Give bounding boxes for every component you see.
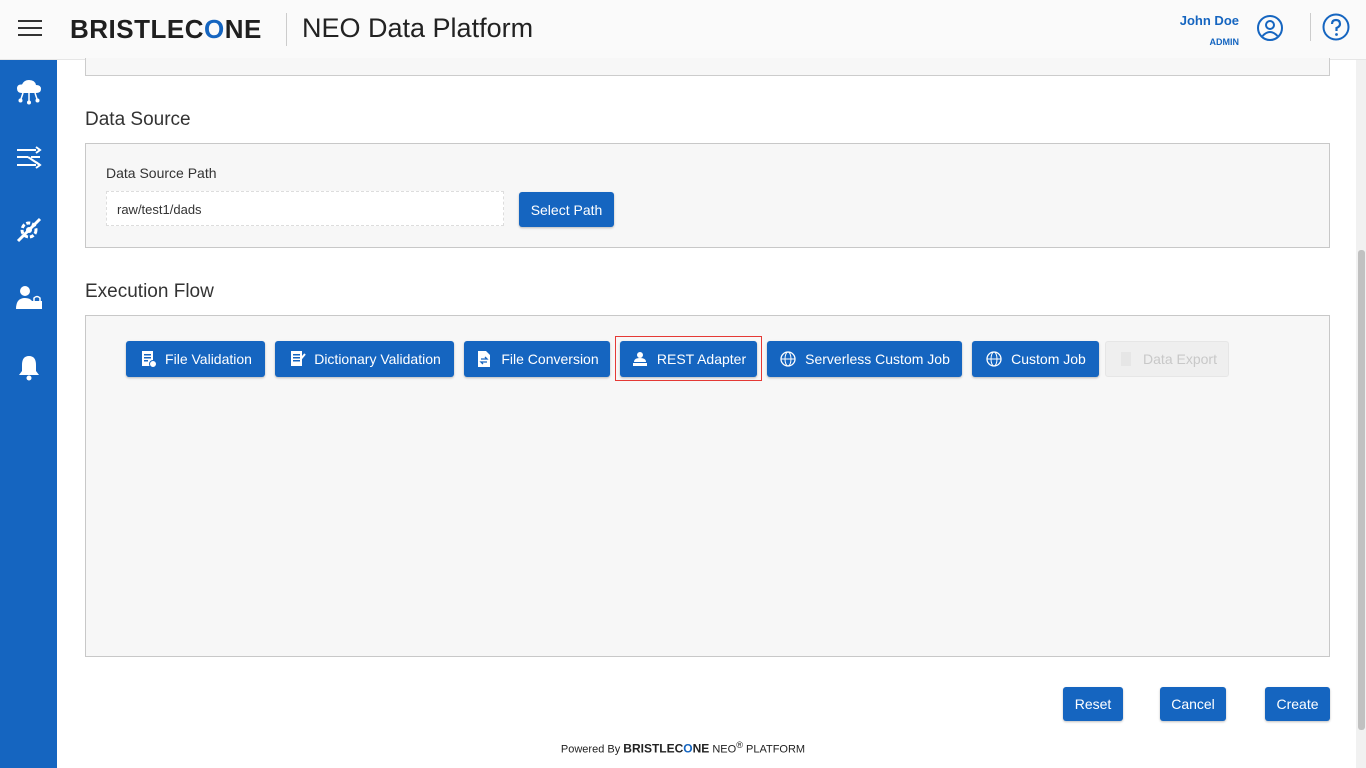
rest-adapter-label: REST Adapter: [656, 351, 747, 367]
settings-tools-icon[interactable]: [14, 215, 44, 245]
cancel-button[interactable]: Cancel: [1160, 687, 1226, 721]
data-export-button[interactable]: Data Export: [1105, 341, 1229, 377]
footer-brand-logo: BRISTLECONE: [623, 741, 710, 756]
execution-flow-title: Execution Flow: [85, 281, 214, 302]
sidebar: [0, 60, 57, 768]
dictionary-validation-label: Dictionary Validation: [314, 351, 441, 367]
pipeline-icon[interactable]: [14, 144, 44, 174]
help-icon[interactable]: [1322, 13, 1350, 41]
export-icon: [1121, 352, 1132, 366]
user-admin-icon[interactable]: [14, 283, 44, 313]
file-conversion-icon: [478, 351, 491, 367]
globe-icon: [780, 351, 796, 367]
data-source-path-label: Data Source Path: [106, 165, 217, 181]
user-account-icon[interactable]: [1256, 14, 1284, 42]
cloud-network-icon[interactable]: [14, 77, 44, 107]
reset-button[interactable]: Reset: [1063, 687, 1123, 721]
file-validation-icon: [142, 351, 158, 368]
custom-job-label: Custom Job: [1011, 351, 1086, 367]
header-divider: [286, 13, 287, 46]
app-title: NEO Data Platform: [302, 13, 534, 43]
file-validation-button[interactable]: File Validation: [126, 341, 265, 377]
previous-section-panel: [85, 58, 1330, 76]
serverless-custom-job-button[interactable]: Serverless Custom Job: [767, 341, 962, 377]
user-role: ADMIN: [1209, 37, 1240, 47]
data-source-title: Data Source: [85, 109, 191, 130]
top-header: BRISTLECONE NEO Data Platform John Doe A…: [0, 0, 1366, 60]
dictionary-icon: [291, 351, 306, 366]
menu-icon[interactable]: [18, 20, 42, 40]
user-name: John Doe: [1179, 13, 1239, 28]
footer-registered: ®: [736, 740, 743, 750]
bell-icon[interactable]: [14, 352, 44, 382]
custom-job-button[interactable]: Custom Job: [972, 341, 1099, 377]
file-validation-label: File Validation: [165, 351, 252, 367]
header-divider-2: [1310, 13, 1311, 41]
dictionary-validation-button[interactable]: Dictionary Validation: [275, 341, 454, 377]
data-source-panel: Data Source Path raw/test1/dads Select P…: [85, 143, 1330, 248]
footer-platform: PLATFORM: [746, 743, 806, 756]
scroll-thumb[interactable]: [1358, 250, 1365, 730]
create-button[interactable]: Create: [1265, 687, 1330, 721]
select-path-button[interactable]: Select Path: [519, 192, 614, 227]
data-export-label: Data Export: [1143, 351, 1217, 367]
file-conversion-label: File Conversion: [501, 351, 599, 367]
brand-logo: BRISTLECONE: [70, 14, 262, 44]
footer: Powered By BRISTLECONE NEO® PLATFORM: [0, 740, 1366, 756]
serverless-custom-job-label: Serverless Custom Job: [805, 351, 950, 367]
footer-neo: NEO: [712, 743, 737, 756]
rest-adapter-button[interactable]: REST Adapter: [620, 341, 757, 377]
file-conversion-button[interactable]: File Conversion: [464, 341, 610, 377]
rest-adapter-icon: [632, 352, 647, 366]
globe-icon: [986, 351, 1002, 367]
data-source-path-input[interactable]: raw/test1/dads: [106, 191, 504, 226]
footer-powered-by: Powered By: [560, 743, 621, 756]
